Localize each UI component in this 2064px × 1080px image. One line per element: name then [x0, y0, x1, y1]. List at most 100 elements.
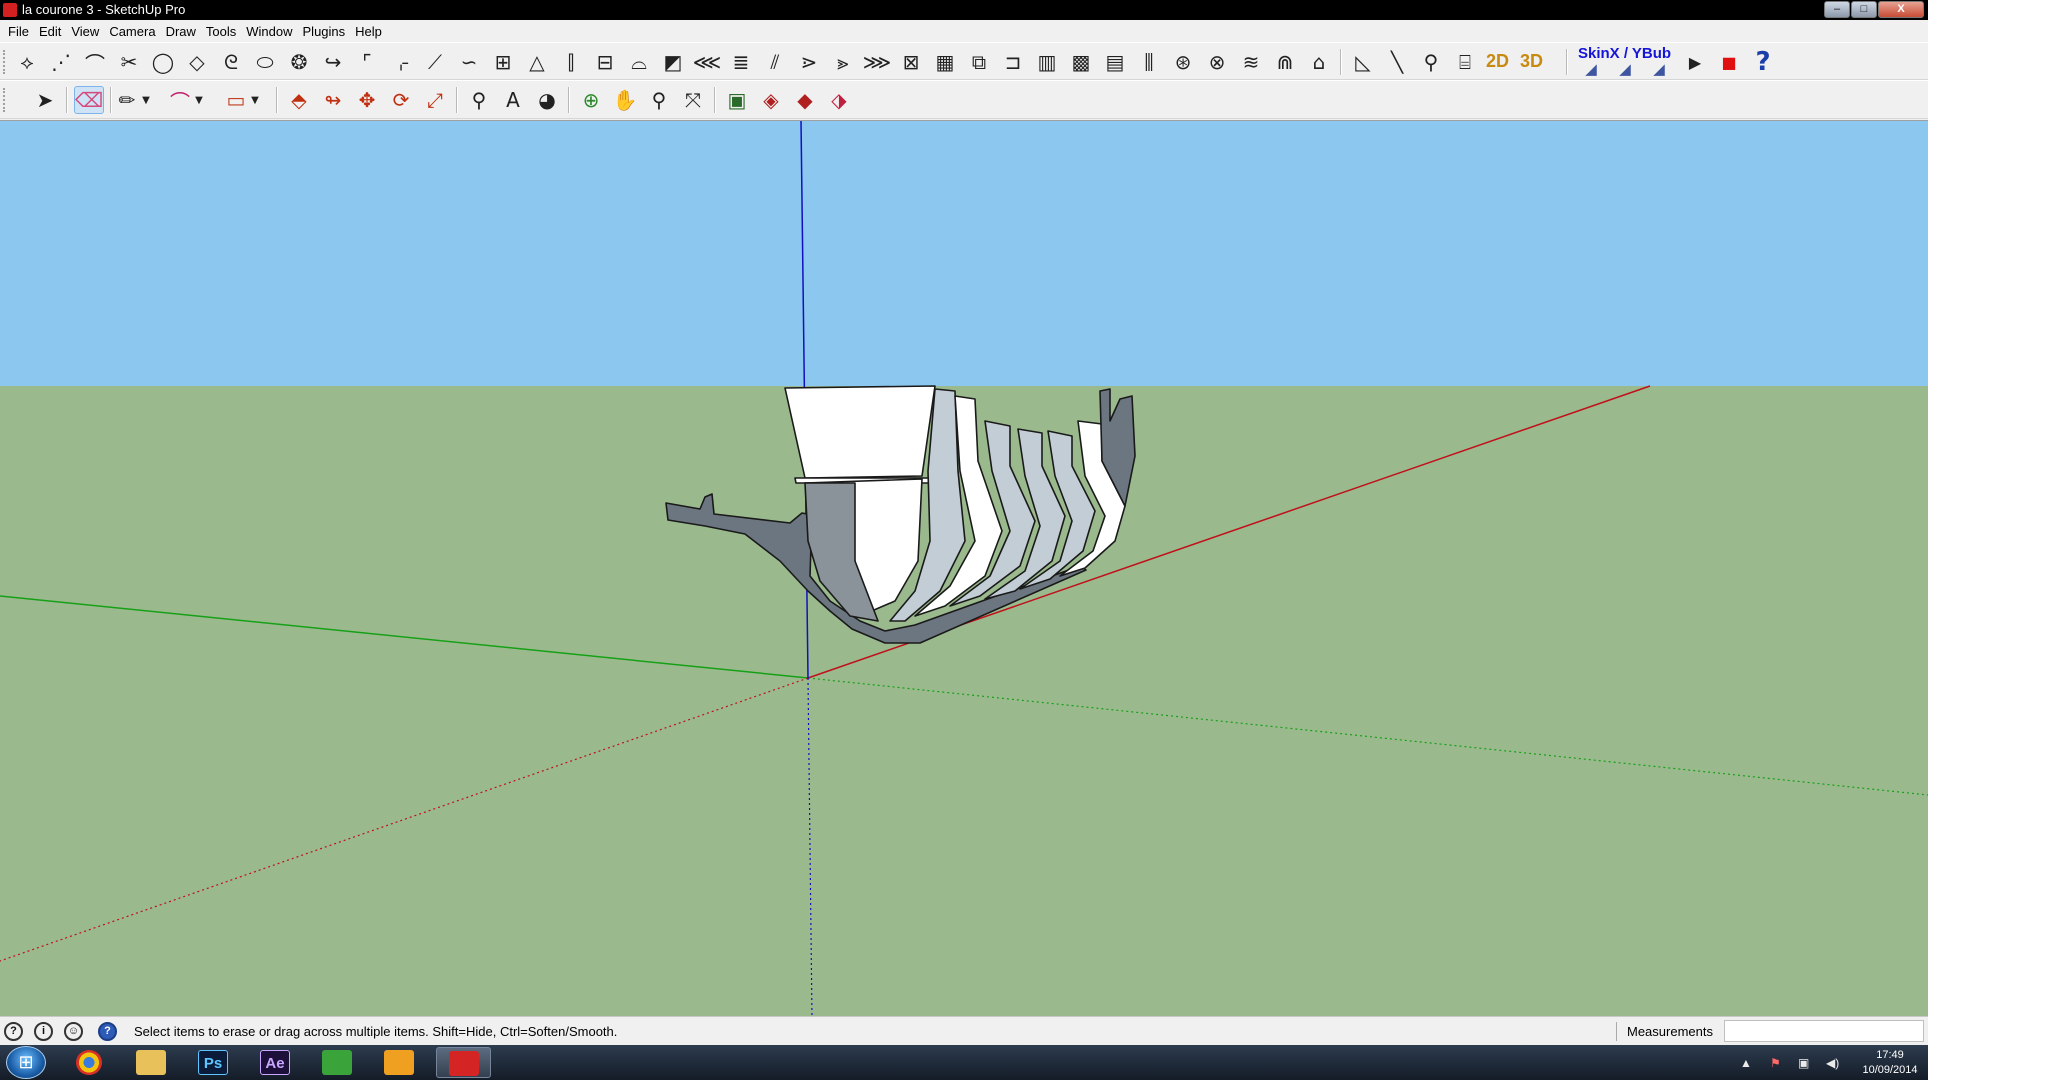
- modeling-viewport[interactable]: [0, 120, 1928, 1016]
- join-curves-icon[interactable]: ∽: [454, 48, 484, 76]
- taskbar-app-chrome[interactable]: [62, 1047, 117, 1078]
- fillet-tool-icon[interactable]: ⌌: [386, 48, 416, 76]
- arc-tool-icon[interactable]: ↪: [318, 48, 348, 76]
- taskbar-app-after-effects[interactable]: Ae: [248, 1047, 303, 1078]
- stop-icon[interactable]: ■: [1714, 48, 1744, 76]
- layers-tool-icon[interactable]: ▤: [1100, 48, 1130, 76]
- pin-point-icon[interactable]: ⚲: [1416, 48, 1446, 76]
- toolbar-grip[interactable]: [3, 88, 7, 112]
- ellipse-tool-icon[interactable]: ⬭: [250, 48, 280, 76]
- dome-tool-icon[interactable]: ⌓: [624, 48, 654, 76]
- toolbar-grip[interactable]: [3, 50, 7, 74]
- taskbar-app-green[interactable]: [310, 1047, 365, 1078]
- section-plane-icon[interactable]: ◺: [1348, 48, 1378, 76]
- shell-tool-icon[interactable]: ⊗: [1202, 48, 1232, 76]
- skin-shoe-icon[interactable]: ◢: [1644, 59, 1674, 79]
- menu-camera[interactable]: Camera: [107, 24, 163, 39]
- corner-tool-icon[interactable]: ⌜: [352, 48, 382, 76]
- move-tool-icon[interactable]: ✥: [352, 86, 382, 114]
- chevron-down-icon[interactable]: ▼: [191, 86, 207, 114]
- loft-tool-icon[interactable]: ⫿: [556, 48, 586, 76]
- grid-surface-icon[interactable]: ▦: [930, 48, 960, 76]
- fan-tool-icon[interactable]: ⫽: [760, 48, 790, 76]
- skin-tool-icon[interactable]: ⊟: [590, 48, 620, 76]
- push-pull-icon[interactable]: ⬘: [284, 86, 314, 114]
- stern-transom-top[interactable]: [784, 385, 936, 479]
- twist-tool-icon[interactable]: ⋘: [692, 48, 722, 76]
- chevron-down-icon[interactable]: ▼: [247, 86, 263, 114]
- bezier-mesh-icon[interactable]: ⊞: [488, 48, 518, 76]
- menu-help[interactable]: Help: [353, 24, 390, 39]
- taskbar-app-sketchup[interactable]: [436, 1047, 491, 1078]
- geo-location-icon[interactable]: ?: [4, 1022, 23, 1041]
- share-model-icon[interactable]: ◈: [756, 86, 786, 114]
- skin-shoe-icon[interactable]: ◢: [1576, 59, 1606, 79]
- menu-plugins[interactable]: Plugins: [301, 24, 354, 39]
- rotate-tool-icon[interactable]: ⟳: [386, 86, 416, 114]
- menu-file[interactable]: File: [6, 24, 37, 39]
- edit-curve-icon[interactable]: ⌒: [80, 48, 110, 76]
- menu-view[interactable]: View: [69, 24, 107, 39]
- extension-warehouse-icon[interactable]: ◆: [790, 86, 820, 114]
- extend-line-icon[interactable]: ⟋: [420, 48, 450, 76]
- paint-bucket-icon[interactable]: ◕: [532, 86, 562, 114]
- text-callout-icon[interactable]: ⌸: [1450, 48, 1480, 76]
- start-button[interactable]: ⊞: [6, 1046, 46, 1079]
- taskbar-app-photoshop[interactable]: Ps: [186, 1047, 241, 1078]
- spiral-tool-icon[interactable]: ᘓ: [216, 48, 246, 76]
- rotate-shape-icon[interactable]: ❂: [284, 48, 314, 76]
- taskbar-app-explorer[interactable]: [124, 1047, 179, 1078]
- tape-measure-icon[interactable]: ⚲: [464, 86, 494, 114]
- menu-draw[interactable]: Draw: [164, 24, 204, 39]
- stack-tool-icon[interactable]: ≣: [726, 48, 756, 76]
- taskbar-app-media-player[interactable]: [372, 1047, 427, 1078]
- select-tool-icon[interactable]: ➤: [30, 86, 60, 114]
- curve-tool-icon[interactable]: ⟡: [12, 48, 42, 76]
- lines-to-tubes-icon[interactable]: ▥: [1032, 48, 1062, 76]
- play-icon[interactable]: ▶: [1680, 48, 1710, 76]
- action-center-icon[interactable]: ⚑: [1770, 1056, 1781, 1070]
- house-shape-icon[interactable]: ⌂: [1304, 48, 1334, 76]
- view-3d-button[interactable]: 3D: [1520, 51, 1543, 72]
- polyline-tool-icon[interactable]: ⋰: [46, 48, 76, 76]
- text-tool-icon[interactable]: A: [498, 86, 528, 114]
- zoom-tool-icon[interactable]: ⚲: [644, 86, 674, 114]
- volume-icon[interactable]: ◀): [1826, 1056, 1839, 1070]
- maximize-button[interactable]: □: [1851, 1, 1877, 18]
- columns-tool-icon[interactable]: ⫼: [1134, 48, 1164, 76]
- eraser-tool-icon[interactable]: ⌫: [74, 86, 104, 114]
- credits-icon[interactable]: i: [34, 1022, 53, 1041]
- cut-curve-icon[interactable]: ✂: [114, 48, 144, 76]
- cone-tool-icon[interactable]: △: [522, 48, 552, 76]
- send-to-layout-icon[interactable]: ⬗: [824, 86, 854, 114]
- sweep-tool-icon[interactable]: ⋗: [794, 48, 824, 76]
- extrude-tool-icon[interactable]: ⊐: [998, 48, 1028, 76]
- warehouse-icon[interactable]: ▣: [722, 86, 752, 114]
- sphere-mesh-icon[interactable]: ⊛: [1168, 48, 1198, 76]
- blend-tool-icon[interactable]: ⪢: [828, 48, 858, 76]
- offset-curve-icon[interactable]: ◇: [182, 48, 212, 76]
- user-account-icon[interactable]: ☺: [64, 1022, 83, 1041]
- mesh-tool-icon[interactable]: ⊠: [896, 48, 926, 76]
- network-icon[interactable]: ▣: [1798, 1056, 1809, 1070]
- follow-me-icon[interactable]: ↬: [318, 86, 348, 114]
- skin-shoe-icon[interactable]: ◢: [1610, 59, 1640, 79]
- instructor-help-icon[interactable]: ?: [98, 1022, 117, 1041]
- hatch-tool-icon[interactable]: ▩: [1066, 48, 1096, 76]
- menu-edit[interactable]: Edit: [37, 24, 69, 39]
- panel-tool-icon[interactable]: ⧉: [964, 48, 994, 76]
- pan-tool-icon[interactable]: ✋: [610, 86, 640, 114]
- measurements-input[interactable]: [1724, 1020, 1924, 1042]
- view-2d-button[interactable]: 2D: [1486, 51, 1509, 72]
- orbit-tool-icon[interactable]: ⊕: [576, 86, 606, 114]
- wave-tool-icon[interactable]: ≋: [1236, 48, 1266, 76]
- scale-tool-icon[interactable]: ⤢: [420, 86, 450, 114]
- freehand-curve-icon[interactable]: ╲: [1382, 48, 1412, 76]
- show-hidden-icons-icon[interactable]: ▲: [1740, 1056, 1752, 1070]
- menu-tools[interactable]: Tools: [204, 24, 244, 39]
- surface-tool-icon[interactable]: ◩: [658, 48, 688, 76]
- help-question-icon[interactable]: ?: [1748, 47, 1778, 77]
- minimize-button[interactable]: –: [1824, 1, 1850, 18]
- chevron-down-icon[interactable]: ▼: [138, 86, 154, 114]
- menu-window[interactable]: Window: [244, 24, 300, 39]
